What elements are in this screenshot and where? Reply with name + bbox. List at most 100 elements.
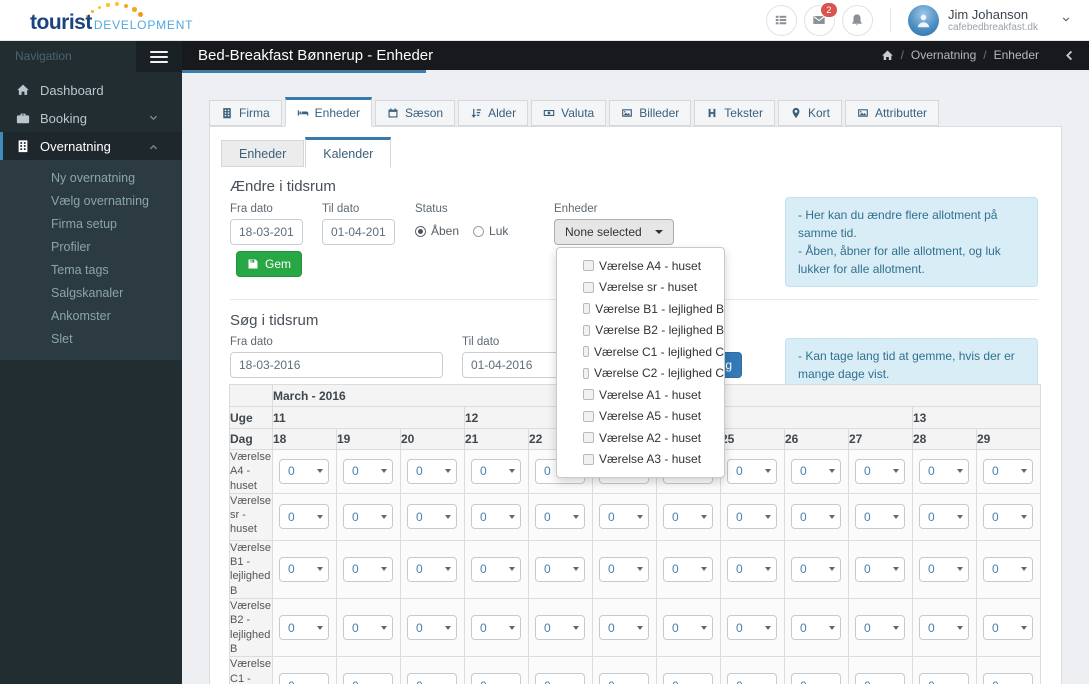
allotment-select[interactable]: 0 bbox=[663, 673, 713, 684]
allotment-select[interactable]: 0 bbox=[471, 673, 521, 684]
allotment-select[interactable]: 0 bbox=[599, 673, 649, 684]
messages-button[interactable]: 2 bbox=[803, 1, 838, 36]
dropdown-option-v-relse-c2-lejlighed-c[interactable]: Værelse C2 - lejlighed C bbox=[557, 363, 724, 385]
enheder-multiselect-button[interactable]: None selected bbox=[554, 219, 674, 245]
allotment-select[interactable]: 0 bbox=[599, 504, 649, 530]
allotment-select[interactable]: 0 bbox=[663, 556, 713, 582]
til-dato-input[interactable] bbox=[322, 219, 395, 245]
subtab-kalender[interactable]: Kalender bbox=[305, 137, 392, 168]
radio-icon[interactable] bbox=[415, 225, 426, 237]
checkbox-icon[interactable] bbox=[583, 281, 594, 293]
allotment-select[interactable]: 0 bbox=[983, 458, 1033, 484]
notifications-button[interactable] bbox=[841, 4, 873, 36]
tab-billeder[interactable]: Billeder bbox=[609, 100, 692, 126]
allotment-select[interactable]: 0 bbox=[855, 504, 905, 530]
user-menu[interactable]: Jim Johanson cafebedbreakfast.dk bbox=[907, 4, 1071, 36]
hamburger-menu-button[interactable] bbox=[136, 41, 182, 72]
breadcrumb-overnatning[interactable]: Overnatning bbox=[911, 48, 976, 62]
tab-alder[interactable]: Alder bbox=[458, 100, 529, 126]
tab-kort[interactable]: Kort bbox=[777, 100, 842, 126]
sidebar-subitem-firma-setup[interactable]: Firma setup bbox=[0, 213, 182, 236]
tab-s-son[interactable]: Sæson bbox=[375, 100, 456, 126]
allotment-select[interactable]: 0 bbox=[855, 458, 905, 484]
allotment-select[interactable]: 0 bbox=[535, 556, 585, 582]
allotment-select[interactable]: 0 bbox=[727, 615, 777, 641]
checkbox-icon[interactable] bbox=[583, 324, 591, 336]
checkbox-icon[interactable] bbox=[583, 389, 594, 401]
sidebar-subitem-ny-overnatning[interactable]: Ny overnatning bbox=[0, 167, 182, 190]
status-radio-luk[interactable]: Luk bbox=[473, 224, 508, 238]
allotment-select[interactable]: 0 bbox=[343, 673, 393, 684]
allotment-select[interactable]: 0 bbox=[855, 556, 905, 582]
fra-dato-input[interactable] bbox=[230, 219, 303, 245]
checkbox-icon[interactable] bbox=[583, 432, 594, 444]
allotment-select[interactable]: 0 bbox=[727, 556, 777, 582]
allotment-select[interactable]: 0 bbox=[407, 615, 457, 641]
dropdown-option-v-relse-sr-huset[interactable]: Værelse sr - huset bbox=[557, 277, 724, 299]
allotment-select[interactable]: 0 bbox=[727, 458, 777, 484]
radio-icon[interactable] bbox=[473, 225, 485, 237]
tab-valuta[interactable]: Valuta bbox=[531, 100, 607, 126]
dropdown-option-v-relse-a4-huset[interactable]: Værelse A4 - huset bbox=[557, 255, 724, 277]
dropdown-option-v-relse-a3-huset[interactable]: Værelse A3 - huset bbox=[557, 449, 724, 471]
dropdown-option-v-relse-a1-huset[interactable]: Værelse A1 - huset bbox=[557, 384, 724, 406]
allotment-select[interactable]: 0 bbox=[599, 556, 649, 582]
allotment-select[interactable]: 0 bbox=[663, 504, 713, 530]
save-button[interactable]: Gem bbox=[236, 251, 303, 277]
allotment-select[interactable]: 0 bbox=[919, 458, 969, 484]
subtab-enheder[interactable]: Enheder bbox=[221, 140, 305, 167]
tab-attributter[interactable]: Attributter bbox=[844, 100, 939, 126]
allotment-select[interactable]: 0 bbox=[919, 504, 969, 530]
dropdown-option-v-relse-b1-lejlighed-b[interactable]: Værelse B1 - lejlighed B bbox=[557, 298, 724, 320]
allotment-select[interactable]: 0 bbox=[279, 615, 329, 641]
allotment-select[interactable]: 0 bbox=[279, 673, 329, 684]
sidebar-subitem-v-lg-overnatning[interactable]: Vælg overnatning bbox=[0, 190, 182, 213]
sidebar-subitem-ankomster[interactable]: Ankomster bbox=[0, 305, 182, 328]
home-icon[interactable] bbox=[881, 49, 894, 62]
allotment-select[interactable]: 0 bbox=[727, 673, 777, 684]
checkbox-icon[interactable] bbox=[583, 260, 594, 272]
sidebar-subitem-salgskanaler[interactable]: Salgskanaler bbox=[0, 282, 182, 305]
allotment-select[interactable]: 0 bbox=[663, 615, 713, 641]
checkbox-icon[interactable] bbox=[583, 410, 594, 422]
breadcrumb-enheder[interactable]: Enheder bbox=[994, 48, 1039, 62]
tab-enheder[interactable]: Enheder bbox=[284, 97, 373, 127]
allotment-select[interactable]: 0 bbox=[343, 504, 393, 530]
allotment-select[interactable]: 0 bbox=[791, 615, 841, 641]
allotment-select[interactable]: 0 bbox=[407, 504, 457, 530]
checkbox-icon[interactable] bbox=[583, 453, 594, 465]
allotment-select[interactable]: 0 bbox=[535, 673, 585, 684]
allotment-select[interactable]: 0 bbox=[791, 673, 841, 684]
sidebar-subitem-profiler[interactable]: Profiler bbox=[0, 236, 182, 259]
checkbox-icon[interactable] bbox=[583, 367, 589, 379]
allotment-select[interactable]: 0 bbox=[919, 615, 969, 641]
allotment-select[interactable]: 0 bbox=[407, 556, 457, 582]
sidebar-subitem-slet[interactable]: Slet bbox=[0, 328, 182, 351]
sidebar-item-dashboard[interactable]: Dashboard bbox=[0, 76, 182, 104]
allotment-select[interactable]: 0 bbox=[343, 615, 393, 641]
allotment-select[interactable]: 0 bbox=[919, 673, 969, 684]
allotment-select[interactable]: 0 bbox=[791, 458, 841, 484]
allotment-select[interactable]: 0 bbox=[343, 556, 393, 582]
dropdown-option-v-relse-a2-huset[interactable]: Værelse A2 - huset bbox=[557, 427, 724, 449]
dropdown-option-v-relse-c1-lejlighed-c[interactable]: Værelse C1 - lejlighed C bbox=[557, 341, 724, 363]
allotment-select[interactable]: 0 bbox=[407, 673, 457, 684]
allotment-select[interactable]: 0 bbox=[535, 504, 585, 530]
sidebar-subitem-tema-tags[interactable]: Tema tags bbox=[0, 259, 182, 282]
allotment-select[interactable]: 0 bbox=[855, 615, 905, 641]
allotment-select[interactable]: 0 bbox=[727, 504, 777, 530]
allotment-select[interactable]: 0 bbox=[279, 556, 329, 582]
tab-firma[interactable]: Firma bbox=[209, 100, 282, 126]
allotment-select[interactable]: 0 bbox=[279, 458, 329, 484]
allotment-select[interactable]: 0 bbox=[855, 673, 905, 684]
allotment-select[interactable]: 0 bbox=[471, 615, 521, 641]
chevron-left-icon[interactable] bbox=[1062, 49, 1075, 62]
allotment-select[interactable]: 0 bbox=[471, 458, 521, 484]
allotment-select[interactable]: 0 bbox=[535, 615, 585, 641]
allotment-select[interactable]: 0 bbox=[471, 504, 521, 530]
allotment-select[interactable]: 0 bbox=[471, 556, 521, 582]
allotment-select[interactable]: 0 bbox=[919, 556, 969, 582]
allotment-select[interactable]: 0 bbox=[407, 458, 457, 484]
allotment-select[interactable]: 0 bbox=[983, 673, 1033, 684]
tab-tekster[interactable]: Tekster bbox=[694, 100, 775, 126]
